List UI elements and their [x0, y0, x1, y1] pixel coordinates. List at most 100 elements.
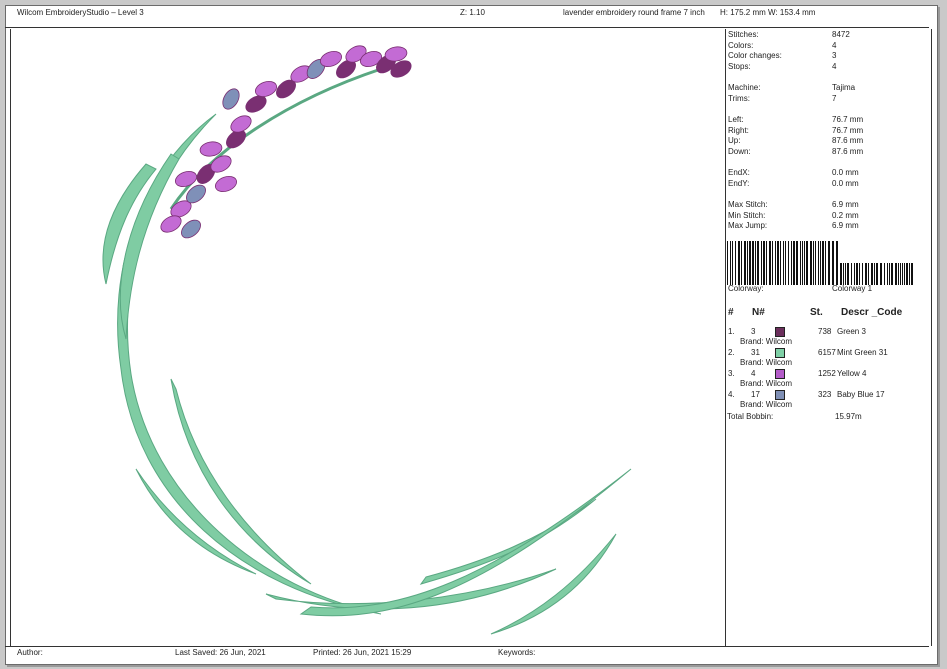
barcode-bar: [741, 241, 742, 285]
keywords-label: Keywords:: [498, 648, 536, 657]
col-n-header: N#: [752, 307, 765, 318]
col-index-header: #: [728, 307, 734, 318]
color-row-index: 3.: [728, 369, 735, 378]
color-row-brand: Brand: Wilcom: [740, 358, 793, 367]
color-row-brand: Brand: Wilcom: [740, 337, 793, 346]
barcode-bar: [735, 241, 736, 285]
barcode-bar: [796, 241, 798, 285]
barcode-bar: [880, 263, 882, 285]
color-row-index: 4.: [728, 390, 735, 399]
total-bobbin-value: 15.97m: [835, 412, 862, 421]
barcode-bar: [902, 263, 903, 285]
page-footer: Author: Last Saved: 26 Jun, 2021 Printed…: [5, 646, 929, 661]
barcode-bar: [749, 241, 751, 285]
barcode-bar: [832, 241, 834, 285]
design-name: lavender embroidery round frame 7 inch: [563, 8, 705, 17]
app-title: Wilcom EmbroideryStudio – Level 3: [17, 8, 144, 17]
color-swatch: [775, 369, 785, 379]
color-row-stitches: 323: [818, 390, 832, 399]
barcode-bar: [806, 241, 808, 285]
stat-stops: Stops: 4: [728, 62, 837, 71]
barcode-bar: [752, 241, 754, 285]
color-row-number: 31: [751, 348, 760, 357]
barcode-bar: [862, 263, 863, 285]
barcode-bar: [766, 241, 767, 285]
zoom-level: Z: 1.10: [460, 8, 485, 17]
barcode-bar: [738, 241, 740, 285]
barcode-bar: [785, 241, 786, 285]
barcode-bar: [775, 241, 776, 285]
barcode-bar: [744, 241, 746, 285]
last-saved: Last Saved: 26 Jun, 2021: [175, 648, 266, 657]
stat-up: Up: 87.6 mm: [728, 136, 864, 145]
barcode-bar: [822, 241, 824, 285]
barcode-bar: [818, 241, 819, 285]
barcode-bar: [732, 241, 733, 285]
stat-machine: Machine: Tajima: [728, 83, 856, 92]
barcode-bar: [868, 263, 869, 285]
stat-stitches: Stitches: 8472: [728, 30, 850, 39]
color-row-brand: Brand: Wilcom: [740, 379, 793, 388]
barcode-bar: [791, 241, 792, 285]
lavender-bud: [222, 88, 240, 110]
barcode-bar: [761, 241, 762, 285]
design-canvas: [10, 29, 726, 647]
color-swatch: [775, 390, 785, 400]
color-row-number: 3: [751, 327, 756, 336]
barcode-bar: [906, 263, 908, 285]
barcode-bar: [810, 241, 812, 285]
colorway-value: Colorway 1: [832, 284, 873, 293]
color-row-stitches: 738: [818, 327, 832, 336]
color-row-brand: Brand: Wilcom: [740, 400, 793, 409]
barcode-bar: [730, 241, 731, 285]
page-header: Wilcom EmbroideryStudio – Level 3 Z: 1.1…: [5, 7, 929, 28]
barcode-bar: [800, 241, 801, 285]
color-row-index: 1.: [728, 327, 735, 336]
barcode-bar: [904, 263, 905, 285]
barcode-bar: [840, 263, 842, 285]
total-bobbin-label: Total Bobbin:: [727, 412, 774, 421]
barcode-bar: [780, 241, 781, 285]
barcode-bar: [900, 263, 901, 285]
barcode-bar: [788, 241, 789, 285]
barcode-bar: [876, 263, 878, 285]
barcode-bar: [854, 263, 855, 285]
barcode-bar: [871, 263, 873, 285]
lavender-bud: [214, 176, 238, 192]
barcode-bar: [772, 241, 773, 285]
printed-date: Printed: 26 Jun, 2021 15:29: [313, 648, 412, 657]
barcode-bar: [727, 241, 728, 285]
barcode-bar: [895, 263, 897, 285]
barcode-bar: [874, 263, 875, 285]
color-row-number: 4: [751, 369, 756, 378]
color-row-description: Yellow 4: [837, 369, 867, 378]
embroidery-design: [102, 45, 632, 635]
barcode-bar: [845, 263, 846, 285]
barcode-bar: [891, 263, 893, 285]
barcode-bar: [804, 241, 805, 285]
barcode-bar: [755, 241, 756, 285]
barcode-bar: [802, 241, 803, 285]
barcode-bar: [815, 241, 816, 285]
color-row-number: 17: [751, 390, 760, 399]
color-swatch: [775, 348, 785, 358]
barcode-bar: [769, 241, 771, 285]
barcode-bar: [825, 241, 826, 285]
stems-group: [102, 67, 632, 635]
barcode-bar: [887, 263, 888, 285]
color-row-description: Green 3: [837, 327, 866, 336]
color-swatch: [775, 327, 785, 337]
colorway-label: Colorway:: [728, 284, 764, 293]
stat-min-stitch: Min Stitch: 0.2 mm: [728, 211, 859, 220]
barcode-bar: [911, 263, 913, 285]
stat-max-jump: Max Jump: 6.9 mm: [728, 221, 859, 230]
barcode-bar: [813, 241, 814, 285]
stat-endx: EndX: 0.0 mm: [728, 168, 859, 177]
barcode-bar: [777, 241, 779, 285]
barcode-bar: [865, 263, 867, 285]
barcode-bar: [889, 263, 890, 285]
color-row-stitches: 6157: [818, 348, 836, 357]
barcode-bar: [847, 263, 849, 285]
barcode-bar: [836, 241, 838, 285]
barcode-bar: [898, 263, 899, 285]
